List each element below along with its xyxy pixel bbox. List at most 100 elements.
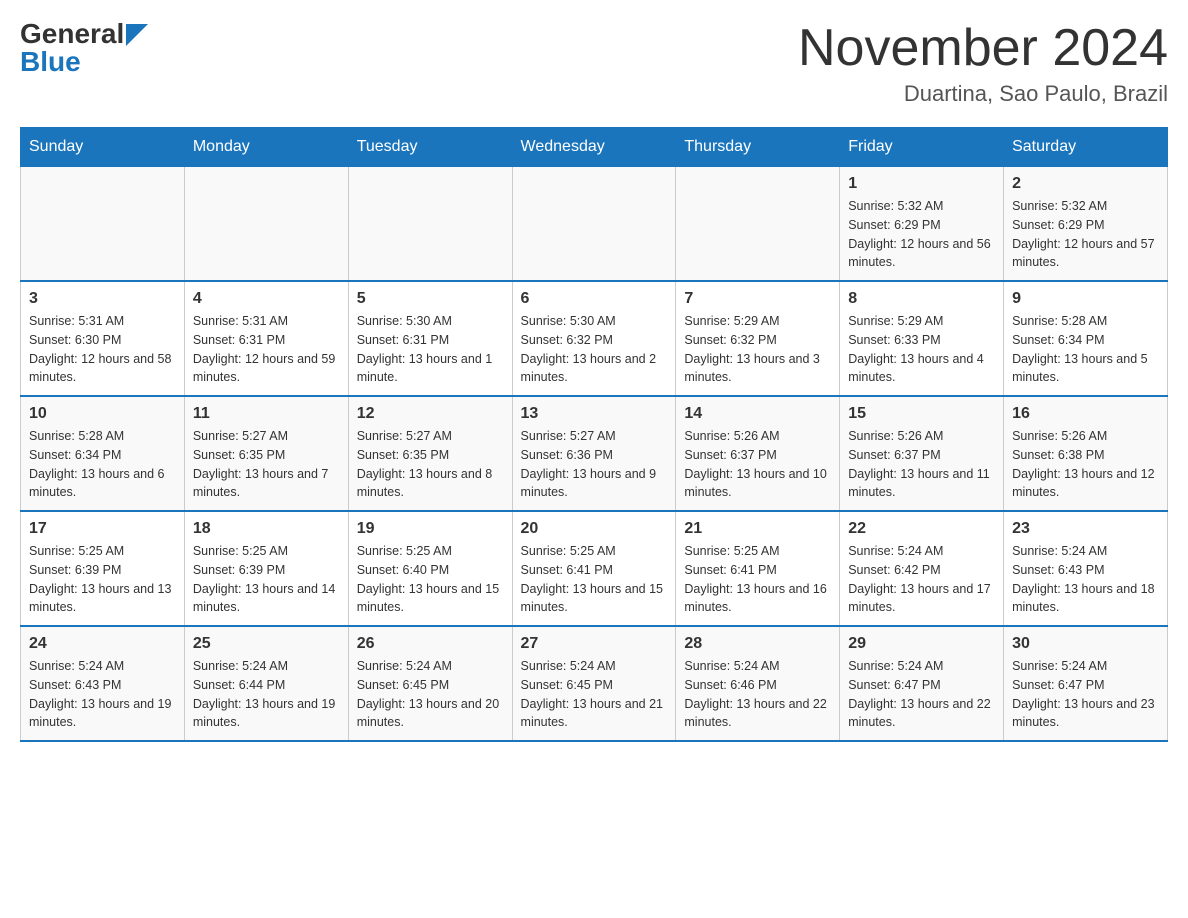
day-info: Sunrise: 5:24 AM Sunset: 6:44 PM Dayligh… bbox=[193, 657, 340, 732]
calendar-week-row: 3 Sunrise: 5:31 AM Sunset: 6:30 PM Daylig… bbox=[21, 281, 1168, 396]
logo: General Blue bbox=[20, 20, 148, 76]
day-info: Sunrise: 5:25 AM Sunset: 6:39 PM Dayligh… bbox=[29, 542, 176, 617]
day-info: Sunrise: 5:25 AM Sunset: 6:39 PM Dayligh… bbox=[193, 542, 340, 617]
header-monday: Monday bbox=[184, 128, 348, 167]
day-info: Sunrise: 5:24 AM Sunset: 6:42 PM Dayligh… bbox=[848, 542, 995, 617]
calendar-cell: 13Sunrise: 5:27 AM Sunset: 6:36 PM Dayli… bbox=[512, 396, 676, 511]
day-info: Sunrise: 5:24 AM Sunset: 6:43 PM Dayligh… bbox=[29, 657, 176, 732]
calendar-week-row: 1 Sunrise: 5:32 AM Sunset: 6:29 PM Daylig… bbox=[21, 167, 1168, 282]
calendar-cell: 5Sunrise: 5:30 AM Sunset: 6:31 PM Daylig… bbox=[348, 281, 512, 396]
day-number: 22 bbox=[848, 520, 995, 538]
calendar-cell: 19 Sunrise: 5:25 AM Sunset: 6:40 PM Dayli… bbox=[348, 511, 512, 626]
calendar-cell: 28 Sunrise: 5:24 AM Sunset: 6:46 PM Dayli… bbox=[676, 626, 840, 741]
day-number: 16 bbox=[1012, 405, 1159, 423]
day-info: Sunrise: 5:27 AM Sunset: 6:36 PM Dayligh… bbox=[521, 427, 668, 502]
calendar-header-row: SundayMondayTuesdayWednesdayThursdayFrid… bbox=[21, 128, 1168, 167]
day-number: 3 bbox=[29, 290, 176, 308]
calendar-week-row: 17 Sunrise: 5:25 AM Sunset: 6:39 PM Dayli… bbox=[21, 511, 1168, 626]
calendar-cell: 2 Sunrise: 5:32 AM Sunset: 6:29 PM Daylig… bbox=[1004, 167, 1168, 282]
calendar-cell: 24 Sunrise: 5:24 AM Sunset: 6:43 PM Dayli… bbox=[21, 626, 185, 741]
calendar-cell: 30Sunrise: 5:24 AM Sunset: 6:47 PM Dayli… bbox=[1004, 626, 1168, 741]
day-info: Sunrise: 5:29 AM Sunset: 6:32 PM Dayligh… bbox=[684, 312, 831, 387]
day-info: Sunrise: 5:25 AM Sunset: 6:40 PM Dayligh… bbox=[357, 542, 504, 617]
calendar-cell: 7 Sunrise: 5:29 AM Sunset: 6:32 PM Daylig… bbox=[676, 281, 840, 396]
calendar-week-row: 24 Sunrise: 5:24 AM Sunset: 6:43 PM Dayli… bbox=[21, 626, 1168, 741]
day-info: Sunrise: 5:26 AM Sunset: 6:38 PM Dayligh… bbox=[1012, 427, 1159, 502]
day-info: Sunrise: 5:24 AM Sunset: 6:45 PM Dayligh… bbox=[521, 657, 668, 732]
day-info: Sunrise: 5:32 AM Sunset: 6:29 PM Dayligh… bbox=[848, 197, 995, 272]
calendar-cell: 11Sunrise: 5:27 AM Sunset: 6:35 PM Dayli… bbox=[184, 396, 348, 511]
calendar-cell: 10Sunrise: 5:28 AM Sunset: 6:34 PM Dayli… bbox=[21, 396, 185, 511]
calendar-cell: 22 Sunrise: 5:24 AM Sunset: 6:42 PM Dayli… bbox=[840, 511, 1004, 626]
calendar-cell: 12 Sunrise: 5:27 AM Sunset: 6:35 PM Dayli… bbox=[348, 396, 512, 511]
calendar-cell: 17 Sunrise: 5:25 AM Sunset: 6:39 PM Dayli… bbox=[21, 511, 185, 626]
day-info: Sunrise: 5:31 AM Sunset: 6:30 PM Dayligh… bbox=[29, 312, 176, 387]
day-number: 27 bbox=[521, 635, 668, 653]
day-number: 12 bbox=[357, 405, 504, 423]
day-number: 24 bbox=[29, 635, 176, 653]
logo-blue: Blue bbox=[20, 48, 81, 76]
day-info: Sunrise: 5:24 AM Sunset: 6:47 PM Dayligh… bbox=[848, 657, 995, 732]
day-number: 10 bbox=[29, 405, 176, 423]
calendar-cell: 18 Sunrise: 5:25 AM Sunset: 6:39 PM Dayli… bbox=[184, 511, 348, 626]
calendar-cell bbox=[348, 167, 512, 282]
calendar-cell: 15 Sunrise: 5:26 AM Sunset: 6:37 PM Dayli… bbox=[840, 396, 1004, 511]
day-number: 28 bbox=[684, 635, 831, 653]
calendar-cell: 4 Sunrise: 5:31 AM Sunset: 6:31 PM Daylig… bbox=[184, 281, 348, 396]
day-number: 15 bbox=[848, 405, 995, 423]
header-tuesday: Tuesday bbox=[348, 128, 512, 167]
day-info: Sunrise: 5:25 AM Sunset: 6:41 PM Dayligh… bbox=[521, 542, 668, 617]
calendar-cell: 20 Sunrise: 5:25 AM Sunset: 6:41 PM Dayli… bbox=[512, 511, 676, 626]
day-info: Sunrise: 5:29 AM Sunset: 6:33 PM Dayligh… bbox=[848, 312, 995, 387]
day-number: 5 bbox=[357, 290, 504, 308]
day-info: Sunrise: 5:24 AM Sunset: 6:46 PM Dayligh… bbox=[684, 657, 831, 732]
header-friday: Friday bbox=[840, 128, 1004, 167]
logo-triangle-icon bbox=[126, 24, 148, 46]
day-number: 1 bbox=[848, 175, 995, 193]
day-number: 19 bbox=[357, 520, 504, 538]
day-number: 21 bbox=[684, 520, 831, 538]
header-saturday: Saturday bbox=[1004, 128, 1168, 167]
logo-general: General bbox=[20, 20, 124, 48]
day-number: 17 bbox=[29, 520, 176, 538]
day-number: 26 bbox=[357, 635, 504, 653]
calendar-cell bbox=[184, 167, 348, 282]
calendar-cell: 27 Sunrise: 5:24 AM Sunset: 6:45 PM Dayli… bbox=[512, 626, 676, 741]
day-info: Sunrise: 5:32 AM Sunset: 6:29 PM Dayligh… bbox=[1012, 197, 1159, 272]
calendar-cell: 23Sunrise: 5:24 AM Sunset: 6:43 PM Dayli… bbox=[1004, 511, 1168, 626]
calendar-cell bbox=[676, 167, 840, 282]
day-number: 9 bbox=[1012, 290, 1159, 308]
calendar-cell: 3 Sunrise: 5:31 AM Sunset: 6:30 PM Daylig… bbox=[21, 281, 185, 396]
day-number: 20 bbox=[521, 520, 668, 538]
day-info: Sunrise: 5:26 AM Sunset: 6:37 PM Dayligh… bbox=[848, 427, 995, 502]
day-info: Sunrise: 5:28 AM Sunset: 6:34 PM Dayligh… bbox=[1012, 312, 1159, 387]
day-info: Sunrise: 5:30 AM Sunset: 6:32 PM Dayligh… bbox=[521, 312, 668, 387]
day-info: Sunrise: 5:27 AM Sunset: 6:35 PM Dayligh… bbox=[357, 427, 504, 502]
calendar-cell: 9 Sunrise: 5:28 AM Sunset: 6:34 PM Daylig… bbox=[1004, 281, 1168, 396]
day-number: 6 bbox=[521, 290, 668, 308]
day-info: Sunrise: 5:27 AM Sunset: 6:35 PM Dayligh… bbox=[193, 427, 340, 502]
day-number: 4 bbox=[193, 290, 340, 308]
day-info: Sunrise: 5:31 AM Sunset: 6:31 PM Dayligh… bbox=[193, 312, 340, 387]
calendar-cell: 6 Sunrise: 5:30 AM Sunset: 6:32 PM Daylig… bbox=[512, 281, 676, 396]
day-info: Sunrise: 5:24 AM Sunset: 6:45 PM Dayligh… bbox=[357, 657, 504, 732]
calendar-cell: 26 Sunrise: 5:24 AM Sunset: 6:45 PM Dayli… bbox=[348, 626, 512, 741]
day-number: 8 bbox=[848, 290, 995, 308]
day-number: 7 bbox=[684, 290, 831, 308]
day-number: 18 bbox=[193, 520, 340, 538]
calendar-cell: 29Sunrise: 5:24 AM Sunset: 6:47 PM Dayli… bbox=[840, 626, 1004, 741]
day-number: 23 bbox=[1012, 520, 1159, 538]
header-wednesday: Wednesday bbox=[512, 128, 676, 167]
header-sunday: Sunday bbox=[21, 128, 185, 167]
calendar-cell: 21 Sunrise: 5:25 AM Sunset: 6:41 PM Dayli… bbox=[676, 511, 840, 626]
day-info: Sunrise: 5:25 AM Sunset: 6:41 PM Dayligh… bbox=[684, 542, 831, 617]
calendar-cell: 14Sunrise: 5:26 AM Sunset: 6:37 PM Dayli… bbox=[676, 396, 840, 511]
calendar-table: SundayMondayTuesdayWednesdayThursdayFrid… bbox=[20, 127, 1168, 742]
day-number: 2 bbox=[1012, 175, 1159, 193]
calendar-title: November 2024 bbox=[798, 20, 1168, 77]
calendar-cell bbox=[512, 167, 676, 282]
calendar-cell: 8 Sunrise: 5:29 AM Sunset: 6:33 PM Daylig… bbox=[840, 281, 1004, 396]
day-info: Sunrise: 5:26 AM Sunset: 6:37 PM Dayligh… bbox=[684, 427, 831, 502]
day-number: 25 bbox=[193, 635, 340, 653]
calendar-cell: 1 Sunrise: 5:32 AM Sunset: 6:29 PM Daylig… bbox=[840, 167, 1004, 282]
